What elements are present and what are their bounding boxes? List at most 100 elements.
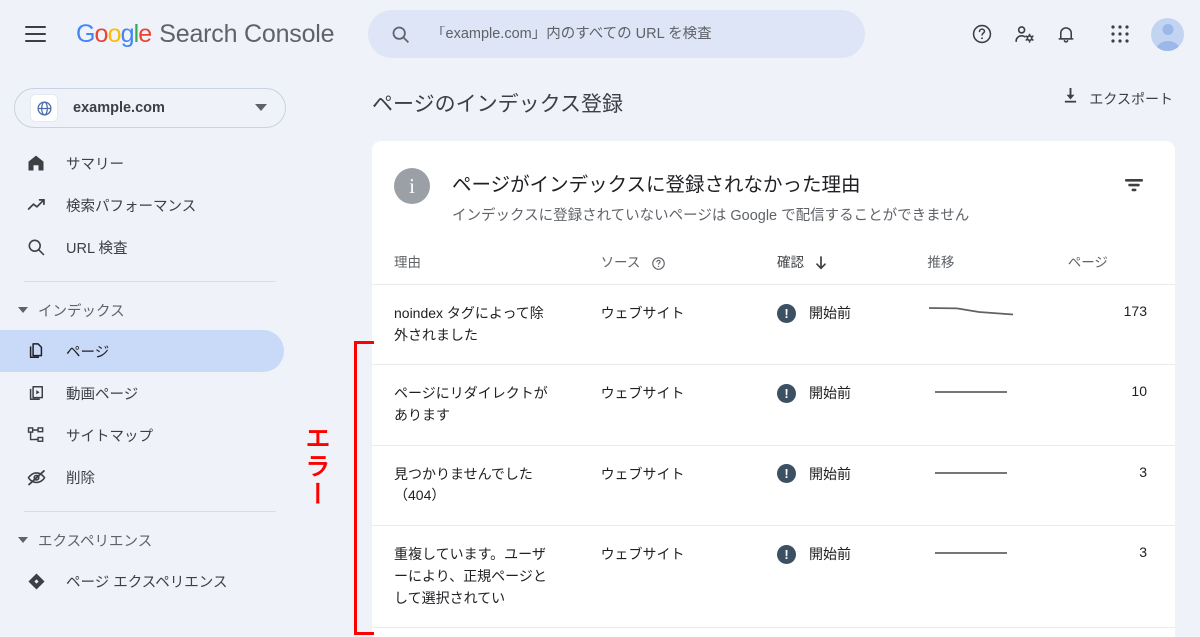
apps-grid-icon[interactable] bbox=[1099, 13, 1141, 55]
sidebar-section-index[interactable]: インデックス bbox=[0, 290, 300, 330]
help-icon[interactable] bbox=[961, 13, 1003, 55]
card-subtitle: インデックスに登録されていないページは Google で配信することができません bbox=[452, 208, 970, 224]
cell-trend bbox=[927, 284, 1068, 366]
pages-count: 3 bbox=[1139, 544, 1147, 561]
column-label: ソース bbox=[600, 255, 641, 270]
card-title: ページがインデックスに登録されなかった理由 bbox=[452, 174, 861, 196]
sidebar: example.com サマリー 検索パフォーマンス URL 検査 インデックス… bbox=[0, 68, 300, 637]
reason-text: ページにリダイレクトがあります bbox=[394, 385, 548, 424]
sidebar-item-label: ページ エクスペリエンス bbox=[66, 574, 228, 591]
column-header-trend: 推移 bbox=[927, 251, 1068, 285]
cell-status: ! 開始前 bbox=[777, 284, 928, 366]
cell-reason: 見つかりませんでした（404） bbox=[372, 445, 601, 527]
sidebar-section-experience[interactable]: エクスペリエンス bbox=[0, 520, 300, 560]
sidebar-item-video-pages[interactable]: 動画ページ bbox=[0, 372, 284, 414]
column-header-validation[interactable]: 確認 bbox=[777, 251, 928, 285]
filter-icon[interactable] bbox=[1117, 168, 1151, 202]
sidebar-item-removals[interactable]: 削除 bbox=[0, 456, 284, 498]
search-bar[interactable] bbox=[368, 10, 865, 58]
status-label: 開始前 bbox=[809, 305, 851, 321]
cell-source: ウェブサイト bbox=[600, 364, 777, 446]
table-body: noindex タグによって除外されました ウェブサイト ! 開始前 173 ペ… bbox=[372, 284, 1175, 629]
cell-status: ! 開始前 bbox=[777, 445, 928, 527]
info-icon: i bbox=[394, 168, 430, 204]
page-experience-icon bbox=[24, 571, 48, 592]
column-label: 確認 bbox=[777, 255, 804, 270]
caret-down-icon bbox=[18, 306, 28, 314]
cell-pages: 3 bbox=[1067, 445, 1175, 527]
pages-count: 173 bbox=[1123, 303, 1147, 319]
alert-exclamation-icon: ! bbox=[777, 303, 796, 323]
reasons-table: 理由 ソース 確認 推移 ページ noindex タグによって除外されました ウ… bbox=[372, 251, 1175, 629]
hamburger-menu-icon[interactable] bbox=[11, 10, 59, 58]
status-label: 開始前 bbox=[809, 385, 851, 402]
cell-pages: 3 bbox=[1067, 525, 1175, 629]
sidebar-divider bbox=[24, 281, 276, 282]
annotation-label: エラー bbox=[302, 425, 330, 509]
pages-icon bbox=[24, 341, 48, 361]
download-icon bbox=[1063, 88, 1078, 109]
home-icon bbox=[24, 153, 48, 173]
page-header: ページのインデックス登録 エクスポート bbox=[300, 68, 1200, 138]
sidebar-item-label: 動画ページ bbox=[66, 386, 139, 403]
sidebar-item-label: サマリー bbox=[66, 156, 124, 173]
sidebar-item-url-inspection[interactable]: URL 検査 bbox=[0, 226, 284, 268]
export-button[interactable]: エクスポート bbox=[1063, 88, 1173, 109]
cell-status: ! 開始前 bbox=[777, 364, 928, 446]
globe-icon bbox=[31, 95, 57, 121]
sidebar-section-label: エクスペリエンス bbox=[38, 533, 153, 550]
alert-exclamation-icon: ! bbox=[777, 383, 796, 403]
sidebar-item-page-experience[interactable]: ページ エクスペリエンス bbox=[0, 560, 284, 602]
reason-text: 見つかりませんでした（404） bbox=[394, 465, 533, 504]
property-selector[interactable]: example.com bbox=[14, 88, 286, 128]
sidebar-item-label: 検索パフォーマンス bbox=[66, 198, 197, 215]
cell-source: ウェブサイト bbox=[600, 284, 777, 366]
top-bar-actions bbox=[961, 0, 1186, 68]
cell-trend bbox=[927, 525, 1068, 629]
sidebar-section-label: インデックス bbox=[38, 303, 125, 320]
search-icon bbox=[24, 237, 48, 257]
eye-off-icon bbox=[24, 467, 48, 488]
sidebar-item-label: ページ bbox=[66, 344, 110, 361]
search-input[interactable] bbox=[431, 26, 831, 42]
sitemap-icon bbox=[24, 425, 48, 445]
alert-exclamation-icon: ! bbox=[777, 464, 796, 484]
caret-down-icon bbox=[18, 536, 28, 544]
reason-text: 重複しています。ユーザーにより、正規ページとして選択されてい bbox=[394, 546, 547, 606]
table-row[interactable]: noindex タグによって除外されました ウェブサイト ! 開始前 173 bbox=[372, 284, 1175, 366]
table-row[interactable]: 見つかりませんでした（404） ウェブサイト ! 開始前 3 bbox=[372, 445, 1175, 527]
table-header-row: 理由 ソース 確認 推移 ページ bbox=[372, 251, 1175, 285]
export-label: エクスポート bbox=[1089, 90, 1173, 107]
google-wordmark: Google bbox=[76, 19, 152, 48]
cell-pages: 10 bbox=[1067, 364, 1175, 446]
column-header-reason[interactable]: 理由 bbox=[372, 251, 601, 285]
sidebar-item-performance[interactable]: 検索パフォーマンス bbox=[0, 184, 284, 226]
video-page-icon bbox=[24, 383, 48, 403]
top-app-bar: Google Search Console bbox=[0, 0, 1200, 68]
index-reasons-card: i ページがインデックスに登録されなかった理由 インデックスに登録されていないペ… bbox=[372, 141, 1175, 637]
cell-trend bbox=[927, 445, 1068, 527]
person-gear-icon[interactable] bbox=[1003, 13, 1045, 55]
cell-pages: 173 bbox=[1067, 284, 1175, 366]
main-content: ページのインデックス登録 エクスポート i ページがインデックスに登録されなかっ… bbox=[300, 68, 1200, 637]
table-row[interactable]: 重複しています。ユーザーにより、正規ページとして選択されてい ウェブサイト ! … bbox=[372, 525, 1175, 629]
column-header-source[interactable]: ソース bbox=[600, 251, 777, 285]
cell-trend bbox=[927, 364, 1068, 446]
search-icon bbox=[390, 24, 411, 45]
table-row[interactable]: ページにリダイレクトがあります ウェブサイト ! 開始前 10 bbox=[372, 364, 1175, 446]
sidebar-item-sitemap[interactable]: サイトマップ bbox=[0, 414, 284, 456]
sparkline-flat bbox=[935, 552, 1008, 554]
sidebar-item-label: URL 検査 bbox=[66, 240, 128, 257]
sidebar-item-summary[interactable]: サマリー bbox=[0, 142, 284, 184]
cell-source: ウェブサイト bbox=[600, 445, 777, 527]
brand-logo: Google Search Console bbox=[76, 19, 335, 49]
sparkline-declining bbox=[929, 307, 1014, 316]
cell-reason: 重複しています。ユーザーにより、正規ページとして選択されてい bbox=[372, 525, 601, 629]
column-header-pages[interactable]: ページ bbox=[1067, 251, 1175, 285]
avatar[interactable] bbox=[1151, 17, 1184, 51]
help-circle-icon[interactable] bbox=[651, 256, 666, 271]
pages-count: 3 bbox=[1139, 463, 1147, 480]
bell-icon[interactable] bbox=[1045, 13, 1087, 55]
sidebar-item-pages[interactable]: ページ bbox=[0, 330, 284, 372]
reason-text: noindex タグによって除外されました bbox=[394, 305, 544, 343]
